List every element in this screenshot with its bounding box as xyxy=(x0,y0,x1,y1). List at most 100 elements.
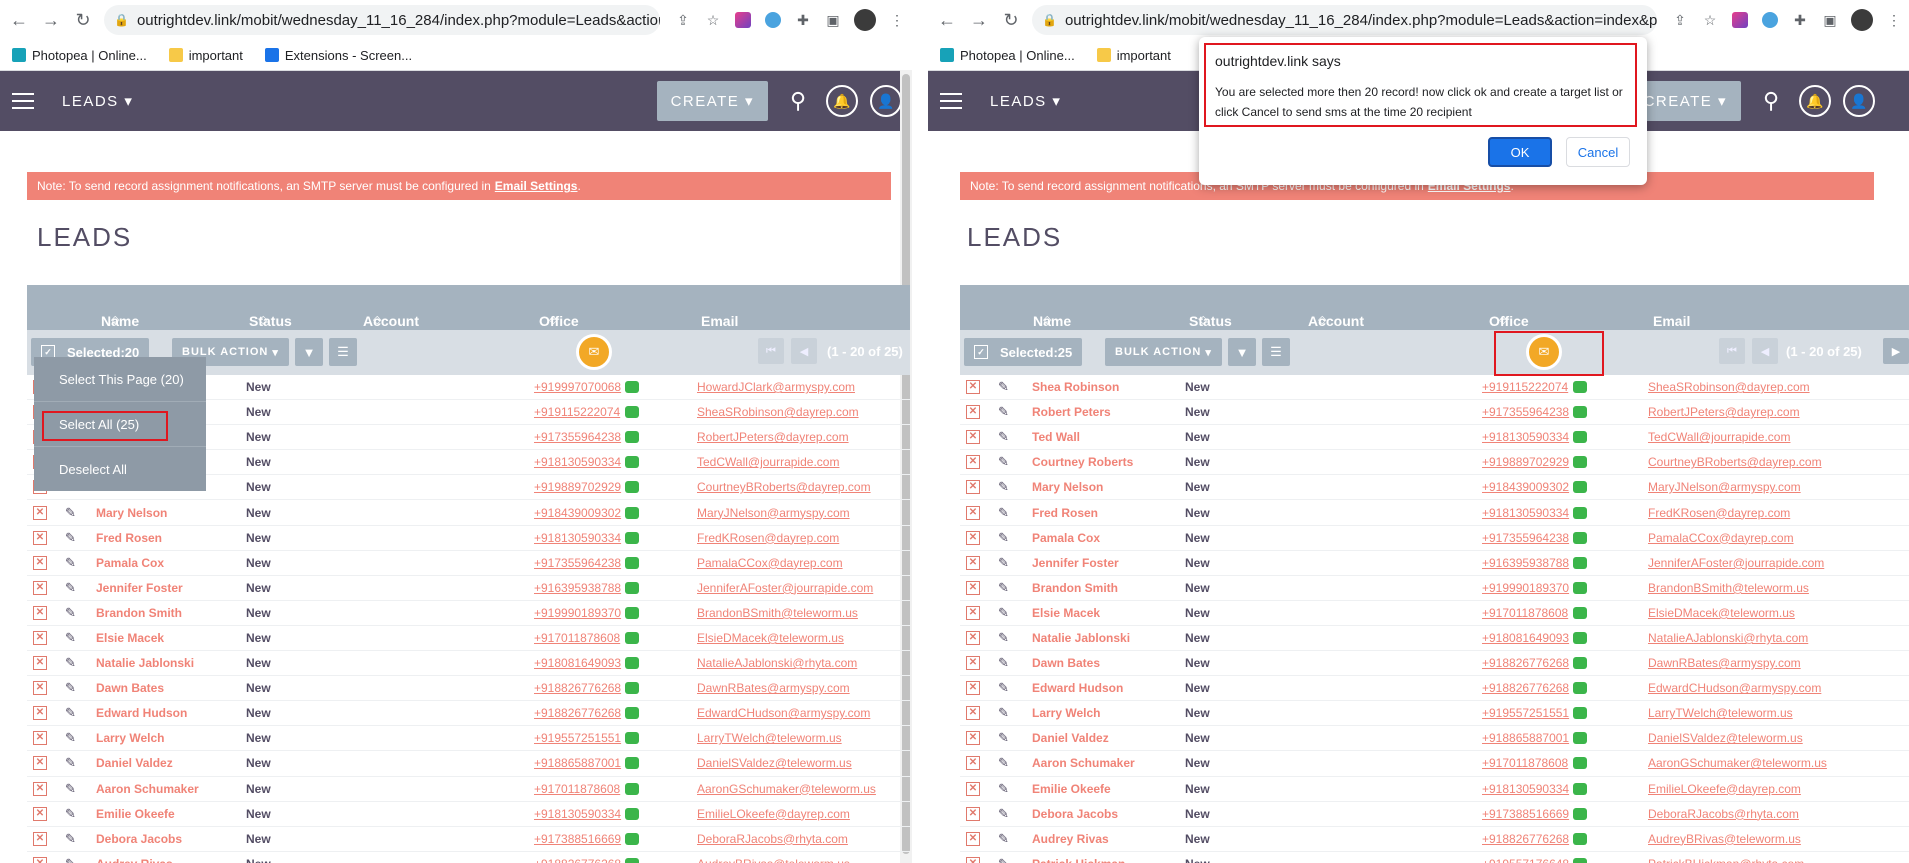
back-icon[interactable]: ← xyxy=(934,10,960,31)
edit-icon[interactable]: ✎ xyxy=(65,605,76,621)
email-link[interactable]: TedCWall@jourrapide.com xyxy=(697,455,839,469)
reload-icon[interactable]: ↻ xyxy=(70,10,96,31)
office-phone-link[interactable]: +918826776268 xyxy=(534,681,621,695)
edit-icon[interactable]: ✎ xyxy=(65,755,76,771)
edit-icon[interactable]: ✎ xyxy=(998,429,1009,445)
chat-icon[interactable] xyxy=(1573,531,1587,544)
delete-icon[interactable]: ✕ xyxy=(33,656,47,671)
bookmark-item[interactable]: Photopea | Online... xyxy=(940,48,1075,63)
delete-icon[interactable]: ✕ xyxy=(966,480,980,495)
edit-icon[interactable]: ✎ xyxy=(998,505,1009,521)
edit-icon[interactable]: ✎ xyxy=(65,580,76,596)
edit-icon[interactable]: ✎ xyxy=(998,655,1009,671)
email-settings-link[interactable]: Email Settings xyxy=(495,179,578,193)
lead-name-link[interactable]: Elsie Macek xyxy=(1032,606,1100,620)
office-phone-link[interactable]: +919115222074 xyxy=(1482,380,1568,394)
office-phone-link[interactable]: +919997070068 xyxy=(534,380,621,394)
chat-icon[interactable] xyxy=(1573,707,1587,720)
chat-icon[interactable] xyxy=(1573,857,1587,863)
chat-icon[interactable] xyxy=(625,381,639,394)
chat-icon[interactable] xyxy=(625,682,639,695)
previous-page-icon[interactable]: ◀ xyxy=(791,338,817,364)
office-phone-link[interactable]: +918130590334 xyxy=(534,455,621,469)
sidepanel-icon[interactable]: ▣ xyxy=(1819,9,1841,31)
email-link[interactable]: DeboraRJacobs@rhyta.com xyxy=(697,832,848,846)
lead-name-link[interactable]: Robert Peters xyxy=(1032,405,1111,419)
office-phone-link[interactable]: +918130590334 xyxy=(1482,506,1569,520)
forward-icon[interactable]: → xyxy=(966,10,992,31)
edit-icon[interactable]: ✎ xyxy=(998,705,1009,721)
lead-name-link[interactable]: Pamala Cox xyxy=(1032,531,1100,545)
delete-icon[interactable]: ✕ xyxy=(966,856,980,863)
edit-icon[interactable]: ✎ xyxy=(998,605,1009,621)
extension-icon[interactable] xyxy=(732,9,754,31)
email-link[interactable]: CourtneyBRoberts@dayrep.com xyxy=(1648,455,1822,469)
edit-icon[interactable]: ✎ xyxy=(65,555,76,571)
email-link[interactable]: TedCWall@jourrapide.com xyxy=(1648,430,1790,444)
lead-name-link[interactable]: Natalie Jablonski xyxy=(1032,631,1130,645)
bookmark-item[interactable]: important xyxy=(1096,48,1171,63)
reload-icon[interactable]: ↻ xyxy=(998,10,1024,31)
chat-icon[interactable] xyxy=(1573,606,1587,619)
office-phone-link[interactable]: +919990189370 xyxy=(1482,581,1569,595)
office-phone-link[interactable]: +917011878608 xyxy=(534,631,620,645)
delete-icon[interactable]: ✕ xyxy=(33,831,47,846)
office-phone-link[interactable]: +917011878608 xyxy=(1482,606,1568,620)
share-icon[interactable]: ⇪ xyxy=(1669,9,1691,31)
lead-name-link[interactable]: Debora Jacobs xyxy=(96,832,182,846)
notification-icon[interactable]: 🔔 xyxy=(824,83,860,119)
menu-icon[interactable]: ⋮ xyxy=(1883,9,1905,31)
lead-name-link[interactable]: Patrick Hickman xyxy=(1032,857,1125,863)
email-link[interactable]: DeboraRJacobs@rhyta.com xyxy=(1648,807,1799,821)
chat-icon[interactable] xyxy=(625,657,639,670)
profile-avatar[interactable] xyxy=(1851,9,1873,31)
office-phone-link[interactable]: +919990189370 xyxy=(534,606,621,620)
lead-name-link[interactable]: Jennifer Foster xyxy=(96,581,183,595)
delete-icon[interactable]: ✕ xyxy=(33,681,47,696)
chat-icon[interactable] xyxy=(1573,657,1587,670)
lead-name-link[interactable]: Jennifer Foster xyxy=(1032,556,1119,570)
deselect-all-option[interactable]: Deselect All xyxy=(34,447,206,491)
lead-name-link[interactable]: Dawn Bates xyxy=(96,681,164,695)
lead-name-link[interactable]: Natalie Jablonski xyxy=(96,656,194,670)
office-phone-link[interactable]: +917011878608 xyxy=(1482,756,1568,770)
delete-icon[interactable]: ✕ xyxy=(33,605,47,620)
email-link[interactable]: JenniferAFoster@jourrapide.com xyxy=(1648,556,1824,570)
email-link[interactable]: EmilieLOkeefe@dayrep.com xyxy=(697,807,850,821)
delete-icon[interactable]: ✕ xyxy=(966,555,980,570)
puzzle-icon[interactable]: ✚ xyxy=(792,9,814,31)
delete-icon[interactable]: ✕ xyxy=(33,505,47,520)
email-link[interactable]: FredKRosen@dayrep.com xyxy=(1648,506,1790,520)
bulk-action-button[interactable]: BULK ACTION ▾ xyxy=(1105,338,1222,366)
next-page-icon[interactable]: ▶ xyxy=(1883,338,1909,364)
module-menu[interactable]: LEADS ▾ xyxy=(62,92,133,110)
delete-icon[interactable]: ✕ xyxy=(966,530,980,545)
email-link[interactable]: MaryJNelson@armyspy.com xyxy=(1648,480,1801,494)
email-link[interactable]: AudreyBRivas@teleworm.us xyxy=(697,857,850,863)
email-link[interactable]: BrandonBSmith@teleworm.us xyxy=(1648,581,1809,595)
office-phone-link[interactable]: +918826776268 xyxy=(1482,656,1569,670)
lead-name-link[interactable]: Courtney Roberts xyxy=(1032,455,1133,469)
delete-icon[interactable]: ✕ xyxy=(966,706,980,721)
forward-icon[interactable]: → xyxy=(38,10,64,31)
lead-name-link[interactable]: Shea Robinson xyxy=(1032,380,1119,394)
email-link[interactable]: BrandonBSmith@teleworm.us xyxy=(697,606,858,620)
edit-icon[interactable]: ✎ xyxy=(998,454,1009,470)
delete-icon[interactable]: ✕ xyxy=(33,731,47,746)
edit-icon[interactable]: ✎ xyxy=(998,479,1009,495)
office-phone-link[interactable]: +919557176648 xyxy=(1482,857,1569,863)
chat-icon[interactable] xyxy=(1573,431,1587,444)
office-phone-link[interactable]: +918081649093 xyxy=(1482,631,1569,645)
office-phone-link[interactable]: +919889702929 xyxy=(534,480,621,494)
chat-icon[interactable] xyxy=(625,857,639,863)
lead-name-link[interactable]: Audrey Rivas xyxy=(1032,832,1109,846)
hamburger-icon[interactable] xyxy=(12,88,34,114)
chat-icon[interactable] xyxy=(625,581,639,594)
office-phone-link[interactable]: +919115222074 xyxy=(534,405,620,419)
edit-icon[interactable]: ✎ xyxy=(998,806,1009,822)
lead-name-link[interactable]: Debora Jacobs xyxy=(1032,807,1118,821)
sidepanel-icon[interactable]: ▣ xyxy=(822,9,844,31)
office-phone-link[interactable]: +918130590334 xyxy=(1482,430,1569,444)
delete-icon[interactable]: ✕ xyxy=(33,530,47,545)
select-this-page-option[interactable]: Select This Page (20) xyxy=(34,357,206,402)
